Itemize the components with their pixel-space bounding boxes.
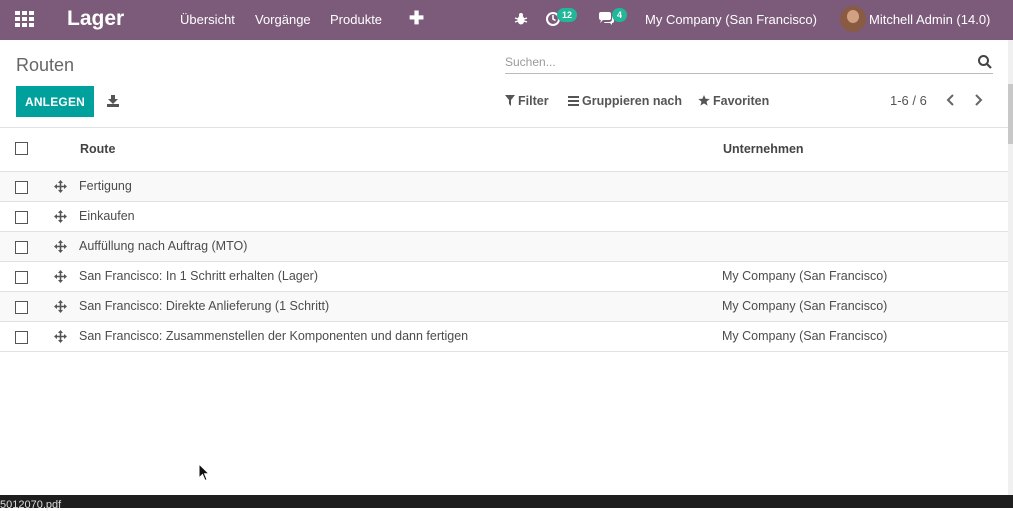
app-name[interactable]: Lager bbox=[67, 7, 124, 31]
mouse-cursor-icon bbox=[198, 463, 210, 482]
row-controls bbox=[0, 231, 79, 261]
select-all-checkbox[interactable] bbox=[15, 142, 28, 155]
menu-overview[interactable]: Übersicht bbox=[180, 12, 235, 27]
bug-icon[interactable] bbox=[512, 0, 530, 40]
filter-label: Filter bbox=[518, 94, 549, 108]
pager-value[interactable]: 1-6 / 6 bbox=[890, 93, 927, 108]
messages-count-badge: 4 bbox=[612, 8, 628, 22]
route-name: San Francisco: Direkte Anlieferung (1 Sc… bbox=[79, 299, 330, 313]
table-row[interactable]: San Francisco: Zusammenstellen der Kompo… bbox=[0, 321, 1008, 351]
menu-operations[interactable]: Vorgänge bbox=[255, 12, 311, 27]
row-checkbox[interactable] bbox=[15, 240, 28, 254]
row-controls bbox=[0, 201, 79, 231]
drag-handle-icon[interactable] bbox=[54, 329, 67, 343]
control-panel: Routen ANLEGEN Filter Gruppieren nach Fa… bbox=[0, 40, 1008, 128]
favorites-label: Favoriten bbox=[713, 94, 770, 108]
user-menu[interactable]: Mitchell Admin (14.0) bbox=[869, 12, 990, 27]
table-row[interactable]: Fertigung bbox=[0, 171, 1008, 201]
route-name: Einkaufen bbox=[79, 209, 135, 223]
download-icon[interactable] bbox=[106, 94, 120, 108]
table-header: Route Unternehmen bbox=[0, 128, 1008, 172]
group-by-button[interactable]: Gruppieren nach bbox=[568, 94, 682, 108]
drag-handle-icon[interactable] bbox=[54, 209, 67, 223]
menu-products[interactable]: Produkte bbox=[330, 12, 382, 27]
taskbar: 5012070.pdf bbox=[0, 495, 1013, 511]
page-title: Routen bbox=[16, 55, 75, 75]
routes-table: Route Unternehmen Fertigung Einkaufen Au… bbox=[0, 128, 1008, 352]
activity-button[interactable]: 12 bbox=[543, 0, 583, 40]
search-bar bbox=[505, 52, 993, 74]
route-name: San Francisco: Zusammenstellen der Kompo… bbox=[79, 329, 469, 343]
group-by-icon bbox=[568, 96, 579, 106]
select-all-cell bbox=[0, 128, 79, 172]
row-checkbox[interactable] bbox=[15, 330, 28, 344]
filter-icon bbox=[505, 95, 515, 106]
drag-handle-icon[interactable] bbox=[54, 299, 67, 313]
scrollbar-thumb[interactable] bbox=[1008, 84, 1013, 144]
row-controls bbox=[0, 171, 79, 201]
row-checkbox[interactable] bbox=[15, 300, 28, 314]
activity-count-badge: 12 bbox=[557, 8, 578, 22]
drag-handle-icon[interactable] bbox=[54, 239, 67, 253]
route-company: My Company (San Francisco) bbox=[722, 299, 888, 313]
route-name: Fertigung bbox=[79, 179, 132, 193]
search-icon[interactable] bbox=[977, 54, 993, 70]
row-controls bbox=[0, 321, 79, 351]
create-button[interactable]: ANLEGEN bbox=[16, 86, 94, 117]
chevron-right-icon[interactable] bbox=[971, 92, 985, 108]
row-checkbox[interactable] bbox=[15, 270, 28, 284]
scrollbar[interactable] bbox=[1008, 40, 1013, 495]
drag-handle-icon[interactable] bbox=[54, 269, 67, 283]
route-company: My Company (San Francisco) bbox=[722, 269, 888, 283]
row-controls bbox=[0, 291, 79, 321]
column-route[interactable]: Route bbox=[79, 128, 722, 172]
filter-button[interactable]: Filter bbox=[505, 94, 549, 108]
plus-icon[interactable]: ✚ bbox=[409, 8, 424, 29]
avatar[interactable] bbox=[840, 6, 866, 32]
messages-button[interactable]: 4 bbox=[597, 0, 631, 40]
route-name: San Francisco: In 1 Schritt erhalten (La… bbox=[79, 269, 319, 283]
apps-grid-icon[interactable] bbox=[15, 11, 35, 29]
group-by-label: Gruppieren nach bbox=[582, 94, 683, 108]
row-checkbox[interactable] bbox=[15, 210, 28, 224]
route-company bbox=[722, 201, 1008, 231]
route-name: Auffüllung nach Auftrag (MTO) bbox=[79, 239, 248, 253]
route-company: My Company (San Francisco) bbox=[722, 329, 888, 343]
table-row[interactable]: San Francisco: Direkte Anlieferung (1 Sc… bbox=[0, 291, 1008, 321]
chevron-left-icon[interactable] bbox=[944, 92, 958, 108]
table-row[interactable]: Einkaufen bbox=[0, 201, 1008, 231]
taskbar-file-label[interactable]: 5012070.pdf bbox=[0, 499, 61, 511]
main-navbar: Lager Übersicht Vorgänge Produkte ✚ 12 4… bbox=[0, 0, 1013, 40]
column-company[interactable]: Unternehmen bbox=[722, 128, 1008, 172]
row-controls bbox=[0, 261, 79, 291]
search-input[interactable] bbox=[505, 52, 965, 72]
company-switcher[interactable]: My Company (San Francisco) bbox=[645, 12, 817, 27]
table-row[interactable]: Auffüllung nach Auftrag (MTO) bbox=[0, 231, 1008, 261]
route-company bbox=[722, 231, 1008, 261]
route-company bbox=[722, 171, 1008, 201]
drag-handle-icon[interactable] bbox=[54, 179, 67, 193]
row-checkbox[interactable] bbox=[15, 180, 28, 194]
favorites-button[interactable]: Favoriten bbox=[698, 94, 769, 108]
table-row[interactable]: San Francisco: In 1 Schritt erhalten (La… bbox=[0, 261, 1008, 291]
star-icon bbox=[698, 95, 710, 106]
